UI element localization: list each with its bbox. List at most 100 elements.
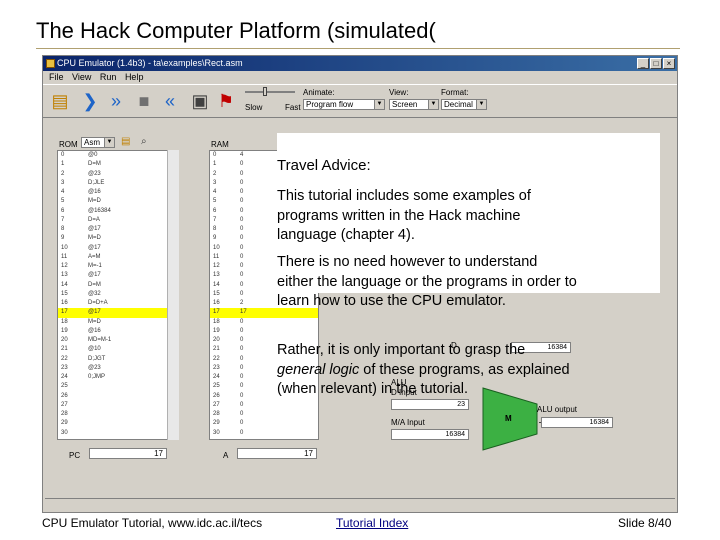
stop-icon[interactable]: ■ <box>131 89 157 113</box>
rom-scrollbar[interactable] <box>167 150 179 440</box>
ram-value: 0 <box>240 198 244 205</box>
rom-format-value: Asm <box>84 138 100 147</box>
breakpoints-icon[interactable]: ▣ <box>187 89 213 113</box>
ram-value: 0 <box>240 401 244 408</box>
rom-address: 27 <box>61 401 68 408</box>
a-register-label: A <box>223 451 229 460</box>
run-icon[interactable]: » <box>103 89 129 113</box>
ram-address: 23 <box>213 364 220 371</box>
flag-icon[interactable]: ⚑ <box>213 89 239 113</box>
m-input-value: 16384 <box>391 429 469 440</box>
rom-row[interactable]: 30 <box>58 429 178 438</box>
chevron-down-icon: ▼ <box>428 100 438 109</box>
rom-row[interactable]: 2 @23 <box>58 170 178 179</box>
rom-row[interactable]: 20 MD=M-1 <box>58 336 178 345</box>
rom-row[interactable]: 16 D=D+A <box>58 299 178 308</box>
load-program-icon[interactable]: ▤ <box>47 89 73 113</box>
rom-value: D=M <box>88 161 101 168</box>
rom-value: @10 <box>88 346 101 353</box>
rom-value: MD=M-1 <box>88 337 112 343</box>
rom-row[interactable]: 9 M=D <box>58 234 178 243</box>
rom-row[interactable]: 22 D;JGT <box>58 355 178 364</box>
alu-output-value: 16384 <box>541 417 613 428</box>
ram-row[interactable]: 18 0 <box>210 318 318 327</box>
ram-value: 0 <box>240 161 244 168</box>
animate-select-value: Program flow <box>306 100 354 109</box>
menu-help[interactable]: Help <box>125 71 144 84</box>
view-select[interactable]: Screen ▼ <box>389 99 439 110</box>
slide-number: Slide 8/40 <box>618 516 672 530</box>
ram-row[interactable]: 30 0 <box>210 429 318 438</box>
rom-row[interactable]: 11 A=M <box>58 253 178 262</box>
rom-row[interactable]: 14 D=M <box>58 281 178 290</box>
ram-row[interactable]: 29 0 <box>210 419 318 428</box>
ram-row[interactable]: 19 0 <box>210 327 318 336</box>
rom-row[interactable]: 18 M=D <box>58 318 178 327</box>
rom-row[interactable]: 25 <box>58 382 178 391</box>
rom-address: 22 <box>61 355 68 362</box>
menu-file[interactable]: File <box>49 71 64 84</box>
view-label: View: <box>389 88 409 97</box>
ram-value: 0 <box>240 327 244 334</box>
search-icon[interactable]: ⌕ <box>141 136 147 147</box>
close-button[interactable]: × <box>663 58 675 69</box>
ram-address: 6 <box>213 207 217 214</box>
rom-row[interactable]: 28 <box>58 410 178 419</box>
rom-row[interactable]: 19 @16 <box>58 327 178 336</box>
rom-row[interactable]: 1 D=M <box>58 160 178 169</box>
ram-address: 4 <box>213 189 217 195</box>
menu-view[interactable]: View <box>72 71 91 84</box>
animate-label: Animate: <box>303 88 335 97</box>
ram-value: 0 <box>240 189 244 195</box>
rom-address: 12 <box>61 263 68 269</box>
rom-address: 0 <box>61 152 65 158</box>
rom-value: D=M <box>88 281 101 288</box>
ram-value: 0 <box>240 272 244 279</box>
rom-row[interactable]: 7 D=A <box>58 216 178 225</box>
rom-row[interactable]: 3 D;JLE <box>58 179 178 188</box>
format-select[interactable]: Decimal ▼ <box>441 99 487 110</box>
rom-value: @16 <box>88 327 101 334</box>
rom-address: 3 <box>61 179 65 186</box>
rom-row[interactable]: 27 <box>58 401 178 410</box>
rom-row[interactable]: 6 @16384 <box>58 207 178 216</box>
menu-run[interactable]: Run <box>100 71 117 84</box>
speed-slider-track[interactable] <box>245 91 295 93</box>
rom-row[interactable]: 29 <box>58 419 178 428</box>
tutorial-index-link[interactable]: Tutorial Index <box>336 516 408 530</box>
open-file-icon[interactable]: ▤ <box>121 136 130 147</box>
rom-row[interactable]: 17 @17 <box>58 308 178 318</box>
reset-icon[interactable]: « <box>157 89 183 113</box>
ram-value: 0 <box>240 216 244 223</box>
rom-row[interactable]: 21 @10 <box>58 345 178 354</box>
ram-address: 22 <box>213 355 220 362</box>
window-titlebar[interactable]: CPU Emulator (1.4b3) - ta\examples\Rect.… <box>43 56 677 71</box>
speed-slider-thumb[interactable] <box>263 87 267 96</box>
rom-format-select[interactable]: Asm ▼ <box>81 137 115 148</box>
alu-output-label: ALU output <box>537 405 578 414</box>
ram-row[interactable]: 27 0 <box>210 401 318 410</box>
rom-row[interactable]: 12 M=-1 <box>58 262 178 271</box>
rom-row[interactable]: 26 <box>58 392 178 401</box>
rom-row[interactable]: 10 @17 <box>58 244 178 253</box>
ram-address: 8 <box>213 226 217 232</box>
minimize-button[interactable]: _ <box>637 58 649 69</box>
rom-row[interactable]: 5 M=D <box>58 197 178 206</box>
rom-row[interactable]: 15 @32 <box>58 290 178 299</box>
rom-value: @17 <box>88 309 101 316</box>
ram-row[interactable]: 28 0 <box>210 410 318 419</box>
rom-row[interactable]: 24 0;JMP <box>58 373 178 382</box>
rom-row[interactable]: 13 @17 <box>58 271 178 280</box>
rom-row[interactable]: 4 @16 <box>58 188 178 197</box>
maximize-button[interactable]: □ <box>650 58 662 69</box>
advice-p3-emphasis: general logic <box>277 361 360 378</box>
animate-select[interactable]: Program flow ▼ <box>303 99 385 110</box>
rom-address: 25 <box>61 383 68 390</box>
view-select-value: Screen <box>392 100 418 109</box>
rom-row[interactable]: 23 @23 <box>58 364 178 373</box>
single-step-icon[interactable]: ❯ <box>77 89 103 113</box>
rom-row[interactable]: 0 @0 <box>58 151 178 160</box>
ram-address: 10 <box>213 244 220 251</box>
rom-address: 4 <box>61 189 65 195</box>
rom-row[interactable]: 8 @17 <box>58 225 178 234</box>
